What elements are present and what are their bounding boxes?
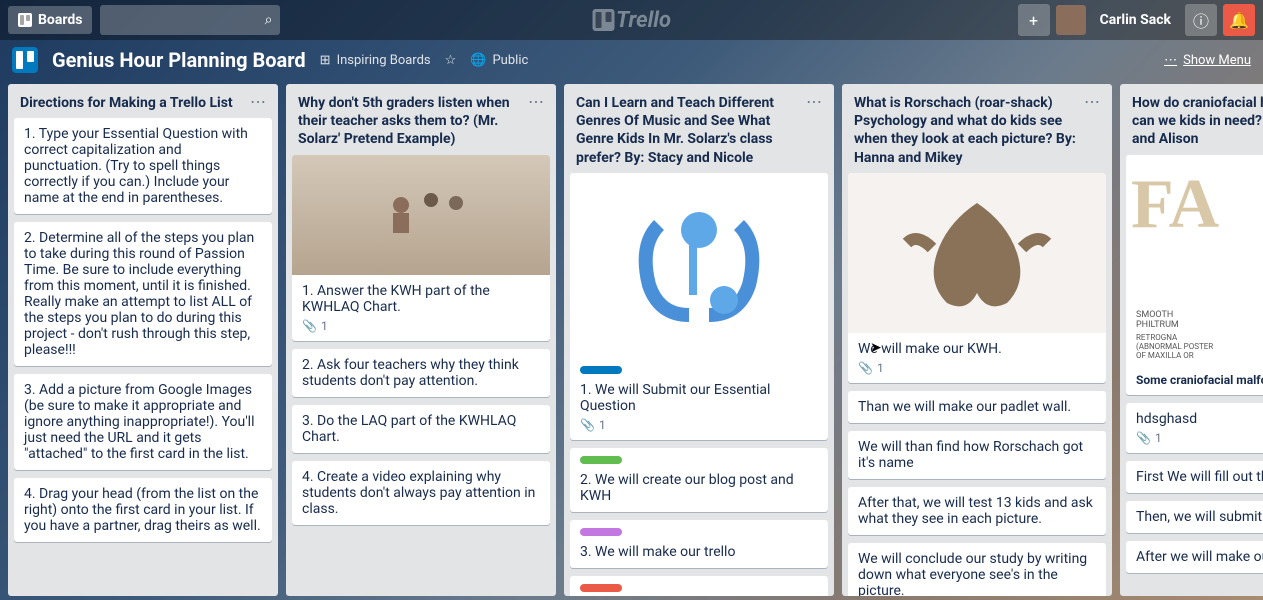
card-cover-image: FA SMOOTHPHILTRUM RETROGNA(ABNORMAL POST… [1126,155,1263,365]
trello-icon [18,13,32,27]
board-canvas[interactable]: Directions for Making a Trello List ⋯ 1.… [0,80,1263,600]
card[interactable]: hdsghasd 📎1 [1126,403,1263,453]
list-menu-button[interactable]: ⋯ [1078,94,1100,167]
card-cover-image [570,173,828,358]
attachment-icon: 📎 [302,319,317,333]
card[interactable]: 2. Ask four teachers why they think stud… [292,349,550,397]
list: Can I Learn and Teach Different Genres O… [564,84,834,596]
list: What is Rorschach (roar-shack) Psycholog… [842,84,1112,596]
header-logo[interactable]: Trello [592,8,671,33]
board-title[interactable]: Genius Hour Planning Board [52,48,306,72]
card[interactable]: We will than find how Rorschach got it's… [848,431,1106,479]
globe-icon: 🌐 [470,53,486,68]
logo-icon [592,9,614,31]
logo-text: Trello [616,8,671,33]
card[interactable]: 3. Do the LAQ part of the KWHLAQ Chart. [292,405,550,453]
label-purple [580,528,622,536]
username-label: Carlin Sack [1092,12,1179,28]
card[interactable]: FA SMOOTHPHILTRUM RETROGNA(ABNORMAL POST… [1126,155,1263,395]
list-title[interactable]: Directions for Making a Trello List [20,94,244,112]
info-icon: ⓘ [1193,8,1209,32]
add-button[interactable]: + [1018,4,1050,36]
card[interactable]: 4. Create a video explaining why student… [292,461,550,525]
boards-label: Boards [38,12,82,28]
list: Directions for Making a Trello List ⋯ 1.… [8,84,278,596]
card[interactable]: 1. Type your Essential Question with cor… [14,118,272,214]
list: How do craniofacial happen and can we ki… [1120,84,1263,596]
star-button[interactable]: ☆ [445,53,457,68]
plus-icon: + [1029,11,1038,30]
inspiring-boards-button[interactable]: ⊞ Inspiring Boards [320,53,431,68]
card[interactable]: First We will fill out the our KWHLAQ! [1126,461,1263,493]
card[interactable]: 2. Determine all of the steps you plan t… [14,222,272,366]
card[interactable]: 1. Answer the KWH part of the KWHLAQ Cha… [292,155,550,341]
board-logo-icon [12,47,38,73]
list-title[interactable]: Can I Learn and Teach Different Genres O… [576,94,800,167]
attachment-icon: 📎 [580,418,595,432]
app-header: Boards ⌕ Trello + Carlin Sack ⓘ 🔔 [0,0,1263,40]
list-title[interactable]: How do craniofacial happen and can we ki… [1132,94,1263,149]
card[interactable]: After we will make our [1126,541,1263,573]
card[interactable]: 1. We will Submit our Essential Question… [570,173,828,440]
boards-button[interactable]: Boards [8,6,92,34]
avatar[interactable] [1056,5,1086,35]
notifications-button[interactable]: 🔔 [1223,4,1255,36]
info-button[interactable]: ⓘ [1185,4,1217,36]
card[interactable]: 2. We will create our blog post and KWH [570,448,828,512]
search-icon: ⌕ [265,12,273,28]
attachment-icon: 📎 [1136,431,1151,445]
card[interactable]: 3. We will make our trello [570,520,828,568]
list-menu-button[interactable]: ⋯ [244,94,266,112]
list-title[interactable]: What is Rorschach (roar-shack) Psycholog… [854,94,1078,167]
header-right: + Carlin Sack ⓘ 🔔 [1018,4,1255,36]
card[interactable]: We will conclude our study by writing do… [848,543,1106,596]
card[interactable]: 3. Add a picture from Google Images (be … [14,374,272,470]
label-blue [580,366,622,374]
label-red [580,584,622,592]
search-input[interactable]: ⌕ [100,5,280,35]
bell-icon: 🔔 [1229,11,1249,30]
list-menu-button[interactable]: ⋯ [800,94,822,167]
board-header: Genius Hour Planning Board ⊞ Inspiring B… [0,40,1263,80]
list-title[interactable]: Why don't 5th graders listen when their … [298,94,522,149]
card[interactable]: After that, we will test 13 kids and ask… [848,487,1106,535]
card[interactable]: Than we will make our padlet wall. [848,391,1106,423]
card[interactable]: 4. We will make a website on [570,576,828,596]
sparkle-icon: ⊞ [320,53,331,68]
label-green [580,456,622,464]
card[interactable]: We will make our KWH. 📎1 [848,173,1106,383]
card-cover-image [848,173,1106,333]
dots-icon: ⋯ [1164,53,1177,68]
show-menu-button[interactable]: ⋯ Show Menu [1164,53,1251,68]
card[interactable]: 4. Drag your head (from the list on the … [14,478,272,542]
star-icon: ☆ [445,53,457,68]
cursor-icon: ➤ [870,340,882,356]
list-menu-button[interactable]: ⋯ [522,94,544,149]
list: Why don't 5th graders listen when their … [286,84,556,596]
visibility-button[interactable]: 🌐 Public [470,53,528,68]
card[interactable]: Then, we will submit question. [1126,501,1263,533]
card-cover-image [292,155,550,275]
attachment-icon: 📎 [858,361,873,375]
